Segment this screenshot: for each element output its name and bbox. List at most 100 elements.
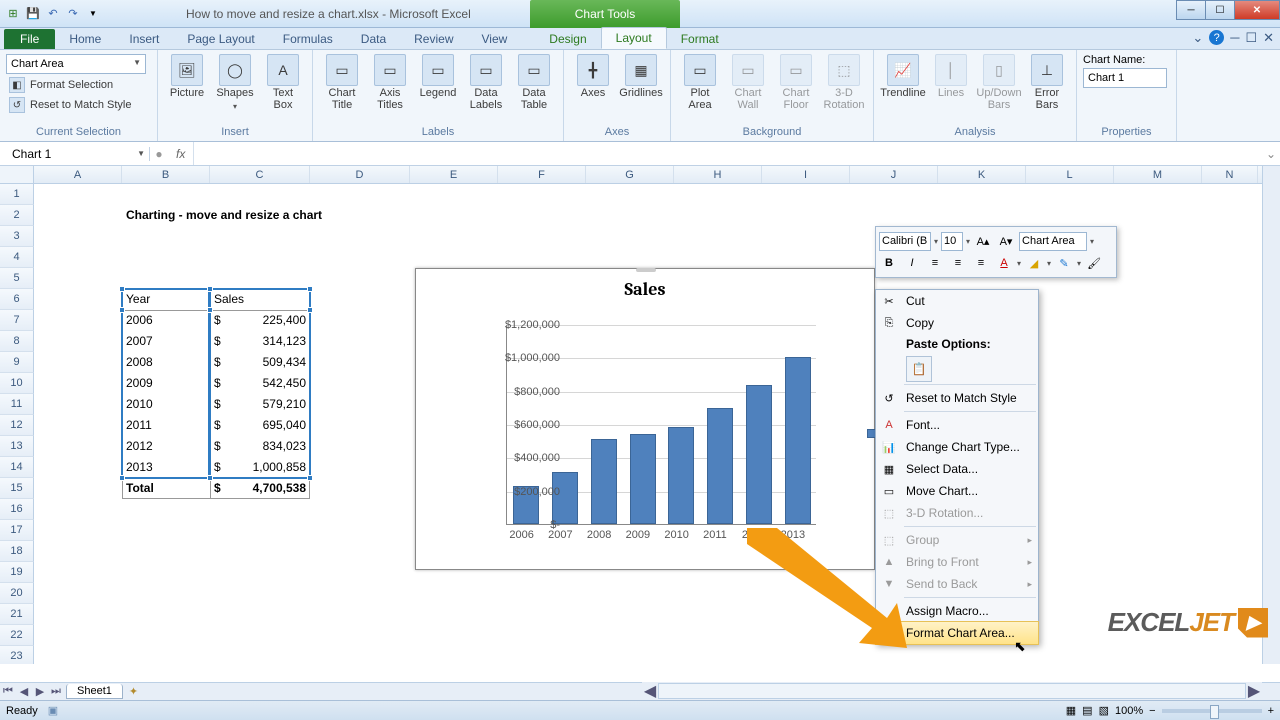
row-header[interactable]: 22	[0, 625, 34, 646]
rotation-button[interactable]: ⬚3-D Rotation	[821, 52, 867, 111]
chart-resize-handle[interactable]	[636, 268, 656, 272]
row-header[interactable]: 20	[0, 583, 34, 604]
tab-layout[interactable]: Layout	[601, 27, 667, 49]
ctx-font[interactable]: AFont...	[876, 414, 1038, 436]
tab-review[interactable]: Review	[400, 29, 467, 49]
row-header[interactable]: 6	[0, 289, 34, 310]
row-header[interactable]: 8	[0, 331, 34, 352]
chart-bar[interactable]	[630, 434, 656, 524]
zoom-out-icon[interactable]: −	[1149, 705, 1155, 717]
picture-button[interactable]: 🖼Picture	[164, 52, 210, 100]
tab-nav-next[interactable]: ▶	[32, 685, 48, 698]
row-header[interactable]: 2	[0, 205, 34, 226]
row-header[interactable]: 15	[0, 478, 34, 499]
row-header[interactable]: 21	[0, 604, 34, 625]
column-header[interactable]: C	[210, 166, 310, 183]
zoom-in-icon[interactable]: +	[1268, 705, 1274, 717]
row-header[interactable]: 19	[0, 562, 34, 583]
tab-format[interactable]: Format	[667, 29, 733, 49]
row-header[interactable]: 1	[0, 184, 34, 205]
undo-icon[interactable]: ↶	[44, 5, 62, 23]
chart-bar[interactable]	[707, 408, 733, 524]
font-color-icon[interactable]: A	[994, 253, 1014, 273]
trendline-button[interactable]: 📈Trendline	[880, 52, 926, 100]
column-header[interactable]: J	[850, 166, 938, 183]
column-header[interactable]: I	[762, 166, 850, 183]
mini-toolbar[interactable]: ▾ ▾ A▴ A▾ ▾ B I ≡ ≡ ≡ A▾ ◢▾ ✎▾ 🖌	[875, 226, 1117, 278]
ctx-cut[interactable]: ✂Cut	[876, 290, 1038, 312]
row-header[interactable]: 4	[0, 247, 34, 268]
column-header[interactable]: M	[1114, 166, 1202, 183]
lines-button[interactable]: │Lines	[928, 52, 974, 100]
sheet-tab-sheet1[interactable]: Sheet1	[66, 684, 123, 699]
row-header[interactable]: 3	[0, 226, 34, 247]
legend-button[interactable]: ▭Legend	[415, 52, 461, 100]
format-selection-button[interactable]: ◧Format Selection	[6, 76, 116, 94]
tab-view[interactable]: View	[468, 29, 522, 49]
ctx-paste-icon[interactable]: 📋	[906, 356, 932, 382]
qat-dropdown-icon[interactable]: ▼	[84, 5, 102, 23]
tab-insert[interactable]: Insert	[115, 29, 173, 49]
name-box-input[interactable]	[4, 147, 104, 161]
row-header[interactable]: 14	[0, 457, 34, 478]
format-painter-icon[interactable]: 🖌	[1084, 253, 1104, 273]
embedded-chart[interactable]: Sales Sales $-$200,000$400,000$600,000$8…	[415, 268, 875, 570]
maximize-button[interactable]: ☐	[1205, 0, 1235, 20]
gridlines-button[interactable]: ▦Gridlines	[618, 52, 664, 100]
chart-element-mini-selector[interactable]	[1019, 232, 1087, 251]
row-header[interactable]: 18	[0, 541, 34, 562]
plot-area-button[interactable]: ▭Plot Area	[677, 52, 723, 111]
view-layout-icon[interactable]: ▤	[1082, 704, 1092, 717]
fx-icon[interactable]: fx	[168, 147, 193, 161]
tab-design[interactable]: Design	[535, 29, 600, 49]
row-header[interactable]: 12	[0, 415, 34, 436]
axes-button[interactable]: ╋Axes	[570, 52, 616, 100]
chart-bar[interactable]	[591, 439, 617, 524]
chart-floor-button[interactable]: ▭Chart Floor	[773, 52, 819, 111]
new-sheet-icon[interactable]: ✦	[129, 685, 138, 698]
column-header[interactable]: N	[1202, 166, 1258, 183]
column-header[interactable]: D	[310, 166, 410, 183]
view-normal-icon[interactable]: ▦	[1066, 704, 1076, 717]
cell[interactable]: Charting - move and resize a chart	[122, 205, 422, 226]
column-header[interactable]: E	[410, 166, 498, 183]
formula-input[interactable]	[193, 142, 1262, 165]
chart-element-selector[interactable]	[6, 54, 146, 74]
font-family-input[interactable]	[879, 232, 931, 251]
tab-file[interactable]: File	[4, 29, 55, 49]
ctx-select-data[interactable]: ▦Select Data...	[876, 458, 1038, 480]
chart-bar[interactable]	[668, 427, 694, 524]
worksheet[interactable]: ABCDEFGHIJKLMN 1234567891011121314151617…	[0, 166, 1280, 664]
ctx-move-chart[interactable]: ▭Move Chart...	[876, 480, 1038, 502]
chart-bar[interactable]	[552, 472, 578, 524]
row-header[interactable]: 23	[0, 646, 34, 664]
tab-nav-first[interactable]: ⏮	[0, 685, 16, 698]
border-icon[interactable]: ✎	[1054, 253, 1074, 273]
error-bars-button[interactable]: ⊥Error Bars	[1024, 52, 1070, 111]
expand-formula-icon[interactable]: ⌄	[1262, 147, 1280, 161]
font-size-input[interactable]	[941, 232, 963, 251]
redo-icon[interactable]: ↷	[64, 5, 82, 23]
row-header[interactable]: 11	[0, 394, 34, 415]
view-break-icon[interactable]: ▧	[1099, 704, 1109, 717]
column-header[interactable]: B	[122, 166, 210, 183]
zoom-slider[interactable]	[1162, 709, 1262, 713]
horizontal-scrollbar[interactable]: ◀▶	[642, 682, 1262, 700]
data-labels-button[interactable]: ▭Data Labels	[463, 52, 509, 111]
name-box[interactable]: ▼	[0, 147, 150, 161]
close-button[interactable]: ✕	[1234, 0, 1280, 20]
window-close-icon[interactable]: ✕	[1263, 30, 1274, 46]
chevron-down-icon[interactable]: ▼	[137, 149, 145, 158]
axis-titles-button[interactable]: ▭Axis Titles	[367, 52, 413, 111]
chart-bar[interactable]	[785, 357, 811, 524]
zoom-level[interactable]: 100%	[1115, 705, 1143, 717]
save-icon[interactable]: 💾	[24, 5, 42, 23]
tab-page-layout[interactable]: Page Layout	[173, 29, 268, 49]
tab-formulas[interactable]: Formulas	[269, 29, 347, 49]
align-center-icon[interactable]: ≡	[948, 253, 968, 273]
align-left-icon[interactable]: ≡	[925, 253, 945, 273]
minimize-button[interactable]: ─	[1176, 0, 1206, 20]
row-header[interactable]: 5	[0, 268, 34, 289]
shrink-font-icon[interactable]: A▾	[996, 231, 1016, 251]
help-icon[interactable]: ?	[1209, 30, 1224, 45]
